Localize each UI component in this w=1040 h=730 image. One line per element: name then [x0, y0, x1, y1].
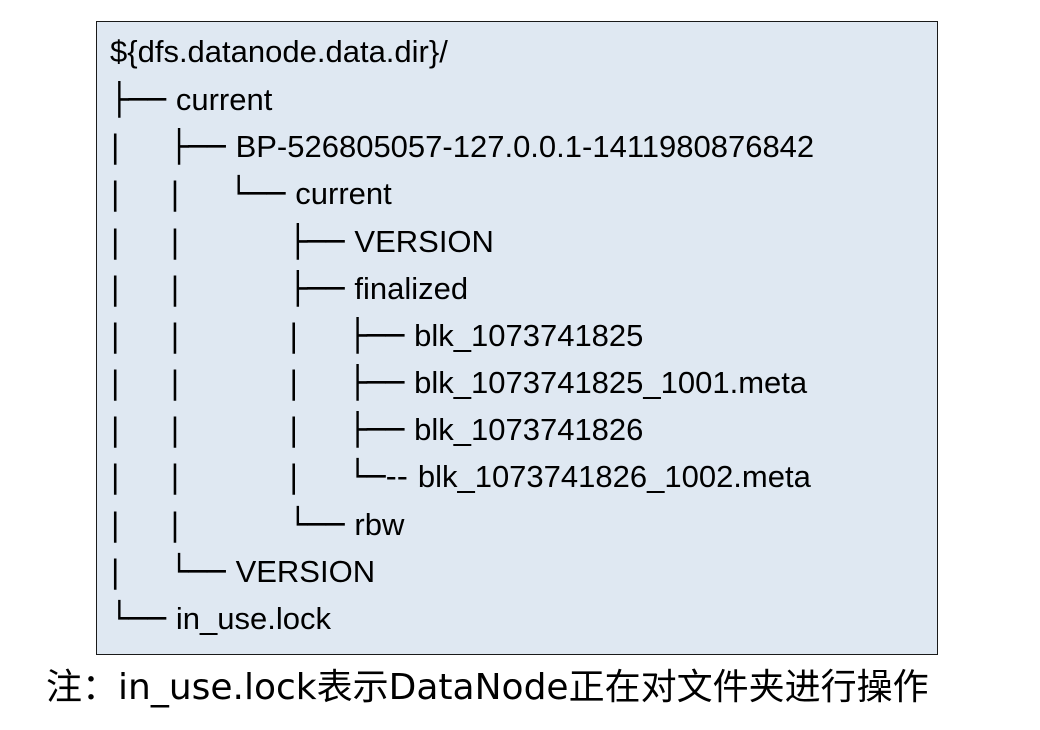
tree-node-label: blk_1073741825_1001.meta — [414, 365, 808, 400]
tree-guide: | | └── — [110, 507, 355, 543]
tree-guide: | | ├── — [110, 224, 355, 260]
tree-guide: └── — [110, 601, 176, 637]
caption-note: 注：in_use.lock表示DataNode正在对文件夹进行操作 — [46, 667, 929, 708]
tree-line-in-use-lock: └── in_use.lock — [110, 601, 331, 637]
directory-tree-panel: ${dfs.datanode.data.dir}/ ├── current | … — [96, 21, 938, 655]
tree-node-label: blk_1073741825 — [414, 318, 644, 353]
tree-line-block-1: | | | ├── blk_1073741825 — [110, 318, 644, 354]
tree-node-label: current — [175, 82, 273, 117]
tree-guide: | | | └─-- — [110, 459, 418, 495]
tree-node-label: blk_1073741826_1002.meta — [417, 459, 811, 494]
tree-line-block-2-meta: | | | └─-- blk_1073741826_1002.meta — [110, 459, 811, 495]
tree-guide: | ├── — [110, 129, 236, 165]
tree-line-bp-version: | | ├── VERSION — [110, 224, 494, 260]
tree-guide: | | | ├── — [110, 318, 415, 354]
tree-node-label: VERSION — [354, 224, 494, 259]
tree-line-rbw: | | └── rbw — [110, 507, 405, 543]
tree-line-current: ├── current — [110, 82, 273, 118]
tree-line-finalized: | | ├── finalized — [110, 271, 469, 307]
tree-node-label: finalized — [354, 271, 469, 306]
tree-node-label: VERSION — [235, 554, 376, 589]
tree-guide: | └── — [110, 554, 236, 590]
tree-guide: | | └── — [110, 176, 296, 212]
tree-line-bp-current: | | └── current — [110, 176, 392, 212]
tree-node-label: current — [295, 176, 392, 211]
tree-line-version: | └── VERSION — [110, 554, 376, 590]
tree-guide: ├── — [110, 82, 176, 118]
tree-root: ${dfs.datanode.data.dir}/ — [110, 34, 448, 69]
tree-line-block-1-meta: | | | ├── blk_1073741825_1001.meta — [110, 365, 808, 401]
tree-guide: | | ├── — [110, 271, 355, 307]
tree-line-block-pool: | ├── BP-526805057-127.0.0.1-14119808768… — [110, 129, 815, 165]
tree-guide: | | | ├── — [110, 412, 415, 448]
tree-line-block-2: | | | ├── blk_1073741826 — [110, 412, 644, 448]
tree-node-label: in_use.lock — [175, 601, 331, 636]
tree-node-label: BP-526805057-127.0.0.1-1411980876842 — [235, 129, 815, 164]
tree-node-label: blk_1073741826 — [414, 412, 644, 447]
tree-node-label: rbw — [354, 507, 405, 542]
tree-guide: | | | ├── — [110, 365, 415, 401]
